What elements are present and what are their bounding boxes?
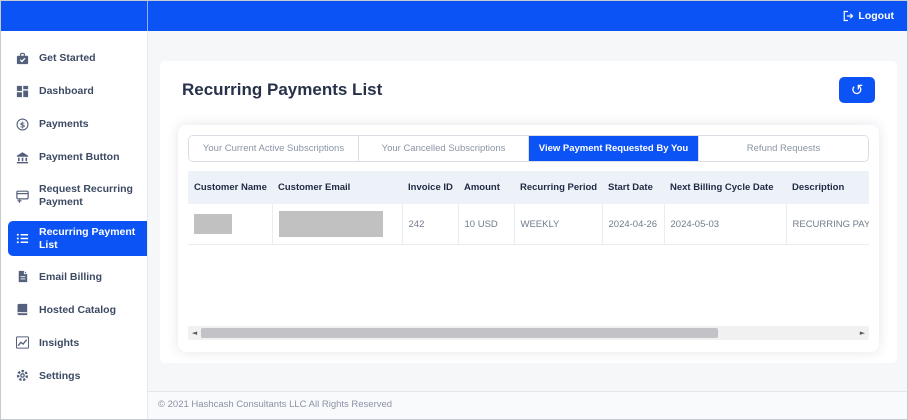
page-title: Recurring Payments List [182,80,383,99]
sidebar-item-payment-button[interactable]: Payment Button [1,145,147,170]
table-header-row: Customer Name Customer Email Invoice ID Amo… [188,171,869,204]
sidebar-item-dashboard[interactable]: Dashboard [1,79,147,104]
logout-label: Logout [858,10,894,22]
sidebar-item-label: Hosted Catalog [39,303,117,316]
document-icon [15,269,30,284]
column-header-description: Description [786,171,869,204]
main-area: Recurring Payments List ↺ Your Current A… [148,31,907,419]
book-icon [15,302,30,317]
sidebar-item-label: Get Started [39,52,96,65]
sidebar-item-label: Recurring Payment List [39,226,136,251]
sidebar-item-hosted-catalog[interactable]: Hosted Catalog [1,297,147,322]
table-card: Your Current Active Subscriptions Your Ca… [178,125,879,352]
column-header-next-billing-cycle-date: Next Billing Cycle Date [664,171,786,204]
column-header-customer-name: Customer Name [188,171,272,204]
tab-your-current-active-subscriptions[interactable]: Your Current Active Subscriptions [189,136,359,161]
tab-your-cancelled-subscriptions[interactable]: Your Cancelled Subscriptions [359,136,529,161]
column-header-invoice-id: Invoice ID [402,171,458,204]
table-row: 242 10 USD WEEKLY 2024-04-26 2024-05-03 RECUR… [188,204,869,245]
recurring-payments-table: Customer Name Customer Email Invoice ID Amo… [188,171,869,245]
table-body: 242 10 USD WEEKLY 2024-04-26 2024-05-03 RECUR… [188,204,869,245]
scrollbar-track[interactable] [201,328,856,338]
column-header-recurring-period: Recurring Period [514,171,602,204]
content-card: Recurring Payments List ↺ Your Current A… [160,61,897,363]
sidebar-item-label: Payments [39,118,89,131]
scroll-right-icon[interactable]: ► [856,326,869,340]
logo-area [1,1,148,31]
sidebar-item-email-billing[interactable]: Email Billing [1,264,147,289]
sidebar-item-insights[interactable]: Insights [1,330,147,355]
sidebar-nav: Get Started Dashboard $ Payments Payment But… [1,31,148,419]
scrollbar-thumb[interactable] [201,328,719,338]
cell-invoice-id: 242 [401,204,458,245]
logout-button[interactable]: Logout [836,9,900,23]
table-empty-space [188,245,869,326]
column-header-customer-email: Customer Email [272,171,402,204]
column-header-amount: Amount [458,171,514,204]
sidebar-item-label: Payment Button [39,151,120,164]
sidebar-item-request-recurring-payment[interactable]: Request Recurring Payment [1,178,147,213]
dollar-circle-icon: $ [15,117,30,132]
sidebar-item-settings[interactable]: Settings [1,363,147,388]
cell-start-date: 2024-04-26 [601,204,664,245]
sidebar-item-label: Request Recurring Payment [39,183,133,208]
sidebar-item-label: Insights [39,336,80,349]
footer: © 2021 Hashcash Consultants LLC All Righ… [148,391,907,419]
tab-refund-requests[interactable]: Refund Requests [699,136,868,161]
bullet-list-icon [15,231,30,246]
dashboard-grid-icon [15,84,30,99]
copyright-text: © 2021 Hashcash Consultants LLC All Righ… [158,399,393,410]
cell-description: RECURRING PAYMENT [785,204,869,245]
app-window: Logout Get Started Dashboard $ Payments Paym… [0,0,908,420]
chart-line-icon [15,335,30,350]
cell-amount: 10 USD [457,204,514,245]
cell-next-billing-cycle-date: 2024-05-03 [663,204,786,245]
svg-text:$: $ [20,120,26,129]
redacted-value [194,214,232,234]
sidebar-item-recurring-payment-list[interactable]: Recurring Payment List [8,221,147,257]
horizontal-scrollbar[interactable]: ◄ ► [188,326,869,340]
bank-icon [15,150,30,165]
topbar: Logout [1,1,907,31]
history-refresh-button[interactable]: ↺ [839,77,875,103]
briefcase-check-icon [15,51,30,66]
sidebar-item-label: Email Billing [39,270,103,283]
scroll-left-icon[interactable]: ◄ [188,326,201,340]
sidebar-item-get-started[interactable]: Get Started [1,46,147,71]
app-body: Get Started Dashboard $ Payments Payment But… [1,31,907,419]
card-plus-icon [15,188,30,203]
gear-icon [15,368,30,383]
column-header-start-date: Start Date [602,171,664,204]
sidebar-item-payments[interactable]: $ Payments [1,112,147,137]
sidebar-item-label: Settings [39,369,81,382]
cell-customer-name [188,204,272,245]
title-row: Recurring Payments List ↺ [160,61,897,125]
tabs: Your Current Active Subscriptions Your Ca… [188,135,869,162]
tab-view-payment-requested-by-you[interactable]: View Payment Requested By You [529,136,699,161]
cell-customer-email [271,204,402,245]
cell-recurring-period: WEEKLY [513,204,602,245]
table-wrap: Customer Name Customer Email Invoice ID Amo… [188,171,869,245]
sidebar-item-label: Dashboard [39,85,94,98]
redacted-value [278,211,383,237]
logout-icon [842,10,854,22]
